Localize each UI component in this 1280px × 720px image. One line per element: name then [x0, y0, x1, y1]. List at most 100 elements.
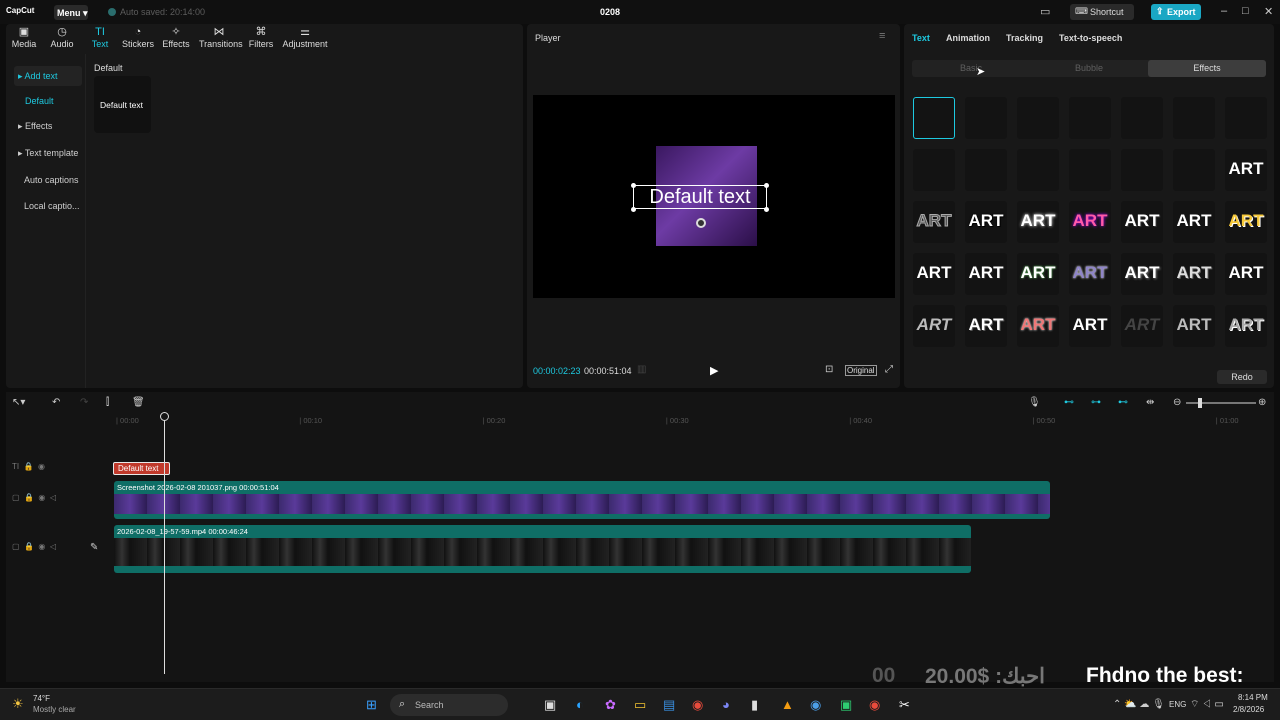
tab-text-to-speech[interactable]: Text-to-speech [1059, 33, 1122, 43]
language-indicator[interactable]: ENG [1169, 700, 1186, 709]
text-effect-preset[interactable]: ART [1017, 253, 1059, 295]
main-track-controls[interactable]: ▢ 🔒 ◉ ◁ [12, 542, 56, 551]
resize-handle[interactable] [631, 207, 636, 212]
export-button[interactable]: ⇪ Export [1151, 4, 1201, 20]
text-effect-preset[interactable] [965, 97, 1007, 139]
text-effect-preset[interactable] [1225, 97, 1267, 139]
text-effect-preset[interactable] [1121, 149, 1163, 191]
microphone-icon[interactable]: 🎙 [1028, 397, 1041, 408]
sidenav-auto-captions[interactable]: Auto captions [14, 170, 82, 190]
discord-icon[interactable]: ◕ [722, 697, 730, 712]
default-text-card[interactable]: Default text [94, 76, 151, 133]
tool-media[interactable]: ▣ Media [4, 26, 44, 49]
magnet-icon[interactable]: ⊷ [1118, 397, 1128, 408]
text-effect-preset[interactable]: ART [1225, 201, 1267, 243]
text-effect-preset[interactable]: ART [1225, 305, 1267, 347]
store-icon[interactable]: ▤ [663, 697, 675, 713]
tool-audio[interactable]: ◷ Audio [42, 26, 82, 49]
close-icon[interactable]: ✕ [1264, 5, 1273, 18]
zoom-out-icon[interactable]: ⊖ [1173, 397, 1181, 408]
link-icon[interactable]: ⊷ [1064, 397, 1074, 408]
ratio-button[interactable]: Original [845, 365, 877, 376]
task-view-icon[interactable]: ▣ [544, 697, 556, 713]
snap-icon[interactable]: ⊶ [1091, 397, 1101, 408]
redo-icon[interactable]: ↷ [80, 397, 88, 408]
text-effect-preset[interactable]: ART [1069, 253, 1111, 295]
sidenav-add-text[interactable]: ▸ Add text [14, 66, 82, 86]
tray-icons[interactable]: ⌃ ⛅ ☁ 🎙 [1113, 699, 1165, 710]
maximize-icon[interactable]: □ [1242, 5, 1249, 17]
delete-icon[interactable]: 🗑 [132, 397, 145, 408]
sidenav-text-template[interactable]: ▸ Text template [14, 143, 82, 163]
sidenav-default[interactable]: Default [14, 91, 82, 111]
resize-handle[interactable] [764, 183, 769, 188]
tool-text[interactable]: TI Text [80, 26, 120, 49]
text-effect-preset[interactable] [1121, 97, 1163, 139]
text-effect-preset[interactable]: ART [1017, 305, 1059, 347]
resize-handle[interactable] [631, 183, 636, 188]
text-effect-preset[interactable]: ART [1017, 201, 1059, 243]
text-effect-preset[interactable] [913, 149, 955, 191]
text-effect-preset[interactable]: ART [1225, 253, 1267, 295]
chrome-icon[interactable]: ◉ [692, 697, 703, 713]
playhead-handle[interactable] [160, 412, 169, 421]
play-icon[interactable]: ▶ [710, 364, 718, 377]
text-effect-preset[interactable]: ART [913, 253, 955, 295]
copilot-icon[interactable]: ✿ [605, 697, 616, 713]
text-effect-preset[interactable]: ART [1121, 201, 1163, 243]
file-explorer-icon[interactable]: ▭ [634, 697, 646, 713]
app2-icon[interactable]: ▣ [840, 697, 852, 713]
network-icons[interactable]: ⌔ ◁ ▭ [1190, 698, 1224, 711]
text-effect-preset[interactable] [1017, 97, 1059, 139]
text-effect-preset[interactable]: ART [1173, 201, 1215, 243]
text-effect-preset[interactable]: ART [1069, 201, 1111, 243]
text-effect-preset[interactable]: ART [1173, 253, 1215, 295]
image-clip[interactable]: Screenshot 2026-02-08 201037.png 00:00:5… [114, 481, 1050, 519]
text-effect-preset[interactable]: ART [913, 201, 955, 243]
text-effect-preset[interactable] [965, 149, 1007, 191]
shortcut-button[interactable]: ⌨ Shortcut [1070, 4, 1134, 20]
text-effect-preset[interactable] [913, 97, 955, 139]
zoom-slider-handle[interactable] [1198, 398, 1202, 408]
app-icon[interactable]: ▲ [781, 697, 794, 712]
chrome2-icon[interactable]: ◉ [869, 697, 880, 713]
split-icon[interactable]: ⫿ [106, 397, 109, 408]
screenshot-icon[interactable]: ⊡ [825, 364, 833, 375]
taskbar-search[interactable]: ⌕ Search [390, 694, 508, 716]
timecode-icon[interactable]: ▥ [637, 364, 646, 375]
text-effect-preset[interactable]: ART [1225, 149, 1267, 191]
text-effect-preset[interactable] [1069, 97, 1111, 139]
tool-adjustment[interactable]: ⚌ Adjustment [282, 26, 328, 49]
resize-handle[interactable] [764, 207, 769, 212]
minimize-icon[interactable]: – [1221, 5, 1227, 17]
text-effect-preset[interactable]: ART [965, 253, 1007, 295]
fullscreen-icon[interactable]: ⤢ [885, 364, 893, 375]
select-tool-icon[interactable]: ↖▾ [12, 397, 25, 408]
edge-icon[interactable]: ◐ [576, 697, 584, 712]
chrome-profile-icon[interactable]: ◉ [810, 697, 821, 713]
tool-filters[interactable]: ⌘ Filters [241, 26, 281, 49]
text-clip[interactable]: Default text [113, 462, 170, 475]
text-track-controls[interactable]: TI 🔒 ◉ [12, 462, 45, 471]
text-effect-preset[interactable] [1173, 149, 1215, 191]
segment-basic[interactable]: Basic [912, 60, 1030, 77]
preview-text-box[interactable]: Default text [633, 185, 767, 209]
menu-button[interactable]: Menu ▾ [54, 5, 88, 20]
zoom-slider[interactable] [1186, 398, 1256, 408]
preview-axis-icon[interactable]: ⇹ [1146, 397, 1154, 408]
weather-icon[interactable]: ☀ [12, 696, 24, 712]
text-effect-preset[interactable]: ART [1069, 305, 1111, 347]
playhead[interactable] [164, 414, 165, 674]
tool-stickers[interactable]: ◔ Stickers [118, 26, 158, 49]
text-effect-preset[interactable] [1173, 97, 1215, 139]
rotate-handle-icon[interactable] [696, 218, 706, 228]
zoom-in-icon[interactable]: ⊕ [1258, 397, 1266, 408]
tool-transitions[interactable]: ⋈ Transitions [199, 26, 243, 49]
text-effect-preset[interactable] [1017, 149, 1059, 191]
sidenav-local-captions[interactable]: Local captio... [14, 196, 82, 216]
tab-text[interactable]: Text [912, 33, 930, 43]
tab-animation[interactable]: Animation [946, 33, 990, 43]
redo-button[interactable]: Redo [1217, 370, 1267, 384]
undo-icon[interactable]: ↶ [52, 397, 60, 408]
player-menu-icon[interactable]: ≡ [879, 30, 885, 42]
